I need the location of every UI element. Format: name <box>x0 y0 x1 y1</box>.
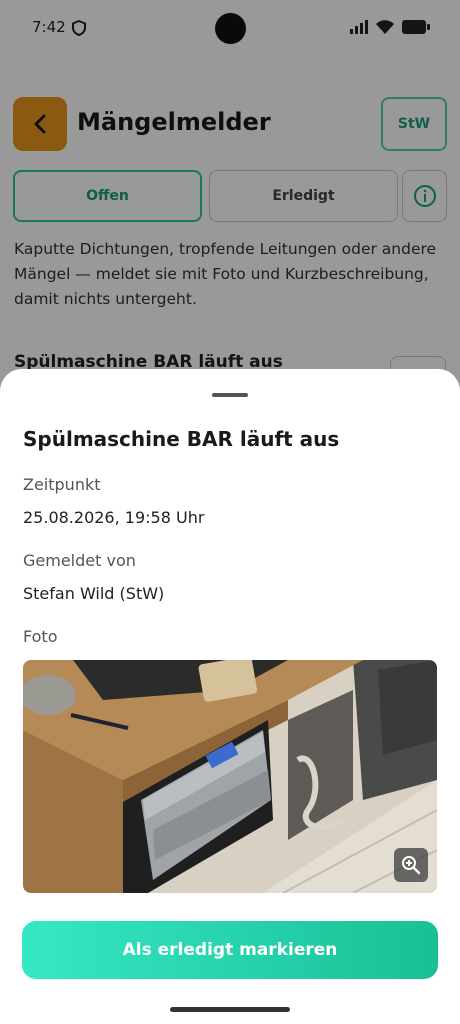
defect-photo[interactable] <box>23 660 437 893</box>
reporter-label: Gemeldet von <box>23 551 136 570</box>
photo-label: Foto <box>23 627 58 646</box>
home-indicator[interactable] <box>170 1007 290 1012</box>
bottom-sheet: Spülmaschine BAR läuft aus Zeitpunkt 25.… <box>0 369 460 1024</box>
mark-done-button[interactable]: Als erledigt markieren <box>22 921 438 979</box>
photo-image <box>23 660 437 893</box>
zoom-button[interactable] <box>394 848 428 882</box>
time-label: Zeitpunkt <box>23 475 101 494</box>
reporter-value: Stefan Wild (StW) <box>23 584 165 603</box>
zoom-in-icon <box>402 856 421 875</box>
sheet-drag-handle[interactable] <box>212 393 248 397</box>
time-value: 25.08.2026, 19:58 Uhr <box>23 508 205 527</box>
sheet-title: Spülmaschine BAR läuft aus <box>23 427 340 451</box>
